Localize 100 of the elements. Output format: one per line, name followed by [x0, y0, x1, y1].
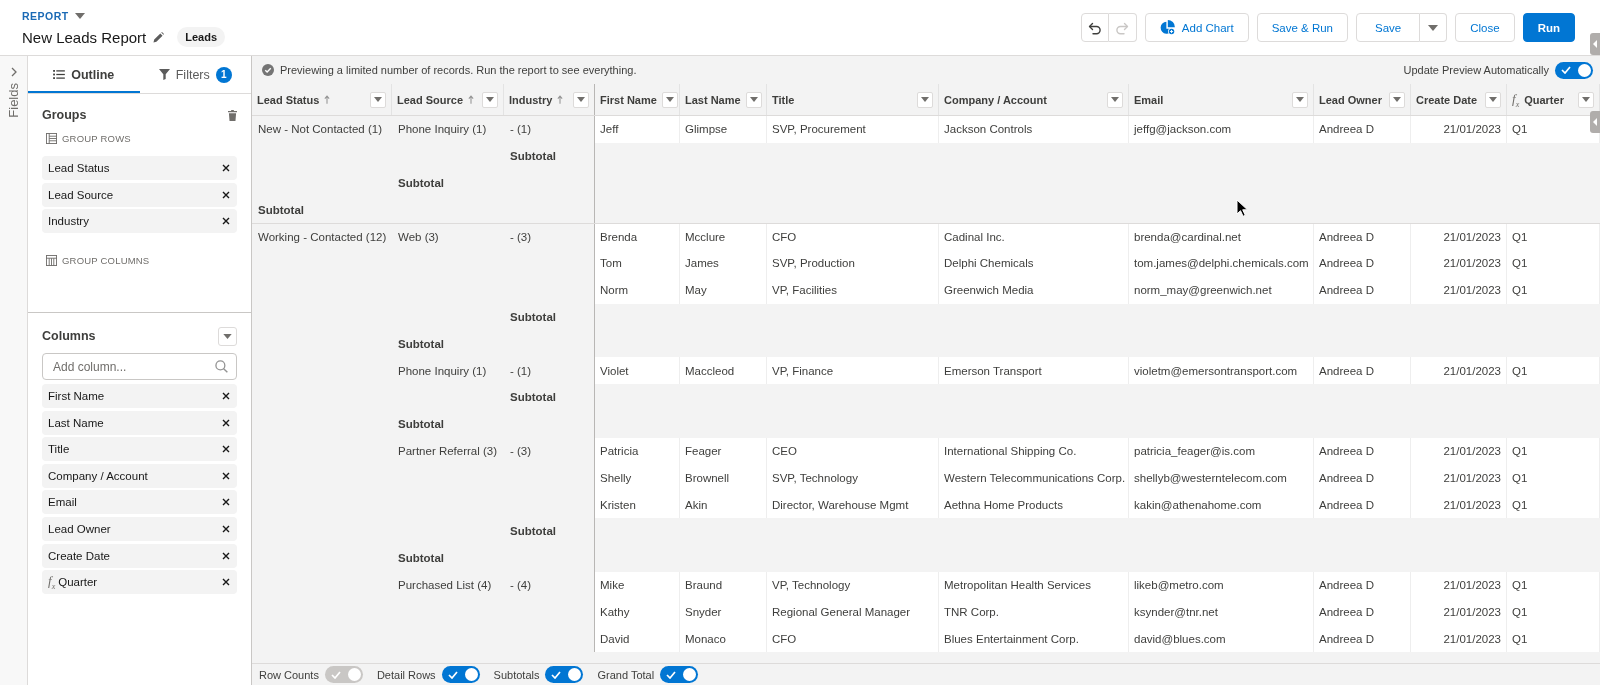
close-icon[interactable] [222, 164, 230, 172]
trash-icon[interactable] [228, 109, 237, 121]
column-header[interactable]: First Name [600, 93, 657, 106]
close-icon[interactable] [222, 578, 230, 587]
column-menu-button[interactable] [370, 91, 386, 108]
toggle-switch[interactable] [1555, 61, 1593, 79]
save-button[interactable]: Save [1356, 13, 1421, 42]
search-icon [215, 360, 228, 373]
object-type-label[interactable]: REPORT [22, 10, 69, 22]
table-cell: violetm@emersontransport.com [1129, 357, 1314, 384]
close-icon[interactable] [222, 498, 230, 507]
table-cell: Delphi Chemicals [939, 250, 1129, 277]
column-menu-button[interactable] [482, 91, 498, 108]
run-button[interactable]: Run [1522, 13, 1575, 42]
field-pill[interactable]: Email [42, 490, 237, 515]
column-menu-button[interactable] [745, 91, 762, 108]
column-menu-button[interactable] [1389, 91, 1405, 108]
column-header[interactable]: Create Date [1416, 93, 1478, 106]
action-button[interactable]: Save & Run [1256, 13, 1348, 42]
close-icon[interactable] [222, 217, 230, 226]
group-label[interactable]: New - Not Contacted (1) [258, 123, 382, 136]
close-icon[interactable] [222, 418, 230, 427]
table-cell: Andreea D [1314, 357, 1411, 384]
close-icon[interactable] [222, 392, 230, 400]
pencil-icon[interactable] [153, 31, 165, 43]
field-pill[interactable]: Industry [42, 209, 237, 234]
column-header[interactable]: Lead Status [257, 93, 320, 106]
close-icon[interactable] [222, 190, 230, 199]
field-pill[interactable]: Company / Account [42, 463, 237, 488]
arrow-up-icon[interactable] [324, 95, 331, 104]
column-menu-button[interactable] [573, 91, 589, 108]
dropdown-button[interactable] [1420, 13, 1448, 42]
table-cell: Andreea D [1314, 491, 1411, 518]
table-cell: SVP, Procurement [767, 116, 939, 143]
column-header[interactable]: Quarter [1524, 93, 1564, 106]
group-label[interactable]: - (1) [510, 123, 532, 136]
group-label[interactable]: Web (3) [398, 231, 439, 244]
group-label[interactable]: Working - Contacted (12) [258, 231, 387, 244]
table-cell: Regional General Manager [767, 598, 939, 626]
toggle-switch[interactable] [660, 666, 699, 683]
field-pill[interactable]: First Name [42, 384, 237, 408]
column-header[interactable]: Lead Source [397, 93, 464, 106]
search-field[interactable]: Add column... [42, 353, 237, 380]
table-cell: Aethna Home Products [939, 491, 1129, 518]
column-header[interactable]: Last Name [685, 93, 741, 106]
group-label[interactable]: - (4) [510, 578, 532, 591]
close-icon[interactable] [222, 471, 230, 480]
column-header[interactable]: Industry [509, 93, 553, 106]
table-cell: Blues Entertainment Corp. [939, 625, 1129, 652]
field-pill[interactable]: Lead Source [42, 182, 237, 207]
column-header[interactable]: Company / Account [944, 93, 1047, 106]
field-pill[interactable]: Lead Owner [42, 516, 237, 541]
dropdown-button[interactable] [218, 326, 237, 346]
field-pill[interactable]: f$_{x}$ Quarter [42, 570, 237, 595]
table-cell: brenda@cardinal.net [1129, 224, 1314, 250]
group-label[interactable]: Purchased List (4) [398, 578, 492, 591]
check-icon [1561, 66, 1571, 74]
group-label[interactable]: - (3) [510, 444, 532, 457]
caret-down-icon [1296, 97, 1304, 102]
arrow-up-icon[interactable] [468, 95, 475, 104]
chevron-right-icon[interactable] [10, 67, 17, 77]
column-menu-button[interactable] [1485, 91, 1501, 108]
group-label[interactable]: Phone Inquiry (1) [398, 123, 487, 136]
arrow-up-icon[interactable] [557, 95, 564, 104]
field-pill[interactable]: Last Name [42, 410, 237, 435]
table-cell: Shelly [595, 464, 680, 492]
column-menu-button[interactable] [661, 91, 678, 108]
group-label[interactable]: - (1) [510, 364, 532, 377]
toggle-switch[interactable] [441, 666, 480, 683]
panel-label[interactable]: Fields [6, 83, 21, 118]
group-label[interactable]: Phone Inquiry (1) [398, 364, 487, 377]
panel-tab[interactable]: Outline [28, 58, 140, 93]
column-menu-button[interactable] [1292, 91, 1308, 108]
table-cell: Patricia [595, 437, 680, 465]
column-header[interactable]: Title [772, 93, 795, 106]
column-menu-button[interactable] [1578, 91, 1594, 108]
table-rows-icon [46, 133, 57, 144]
table-cell: Cadinal Inc. [939, 224, 1129, 250]
table-cell: Andreea D [1314, 276, 1411, 304]
toggle-switch[interactable] [545, 666, 584, 683]
table-cell: 21/01/2023 [1411, 625, 1507, 652]
field-pill[interactable]: Title [42, 437, 237, 462]
column-menu-button[interactable] [1107, 91, 1123, 108]
field-pill[interactable]: Lead Status [42, 156, 237, 180]
column-header[interactable]: Lead Owner [1319, 93, 1382, 106]
close-icon[interactable] [222, 551, 230, 560]
close-icon[interactable] [222, 445, 230, 454]
column-menu-button[interactable] [917, 91, 933, 108]
group-label[interactable]: - (3) [510, 231, 532, 244]
column-header[interactable]: Email [1134, 93, 1164, 106]
panel-tab[interactable]: Filters 1 [139, 58, 251, 93]
close-icon[interactable] [222, 524, 230, 533]
action-button[interactable]: Close [1455, 13, 1515, 42]
undo-button[interactable] [1080, 13, 1109, 42]
table-cell: Andreea D [1314, 598, 1411, 626]
table-cell: Q1 [1507, 116, 1600, 143]
subtotal-label: Subtotal [398, 418, 444, 431]
field-pill[interactable]: Create Date [42, 543, 237, 568]
add-chart-button[interactable]: Add Chart [1144, 13, 1249, 42]
group-label[interactable]: Partner Referral (3) [398, 444, 498, 457]
